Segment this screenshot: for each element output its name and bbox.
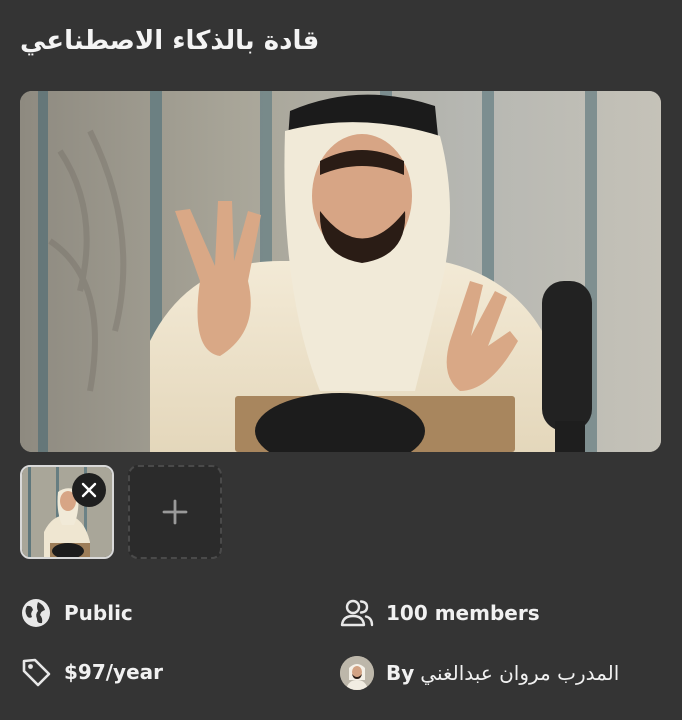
members-count-label: 100 members (386, 601, 540, 625)
add-media-button[interactable] (128, 465, 222, 559)
globe-icon (20, 597, 52, 629)
visibility-info: Public (20, 597, 133, 629)
thumbnail-strip (20, 465, 222, 559)
group-title: قادة بالذكاء الاصطناعي (20, 26, 320, 56)
thumbnail-image[interactable] (20, 465, 114, 559)
price-label: $97/year (64, 660, 164, 684)
cover-image (20, 91, 661, 452)
owner-avatar (340, 656, 374, 690)
remove-thumbnail-button[interactable] (72, 473, 106, 507)
close-icon (81, 482, 97, 498)
plus-icon (162, 499, 188, 525)
price-info: $97/year (20, 656, 163, 688)
members-info: 100 members (340, 597, 540, 629)
owner-info: By المدرب مروان عبدالغني (340, 656, 619, 690)
owner-name: المدرب مروان عبدالغني (420, 661, 620, 685)
tag-icon (20, 656, 52, 688)
visibility-label: Public (64, 601, 133, 625)
users-icon (340, 597, 374, 629)
owner-prefix: By (386, 661, 415, 685)
